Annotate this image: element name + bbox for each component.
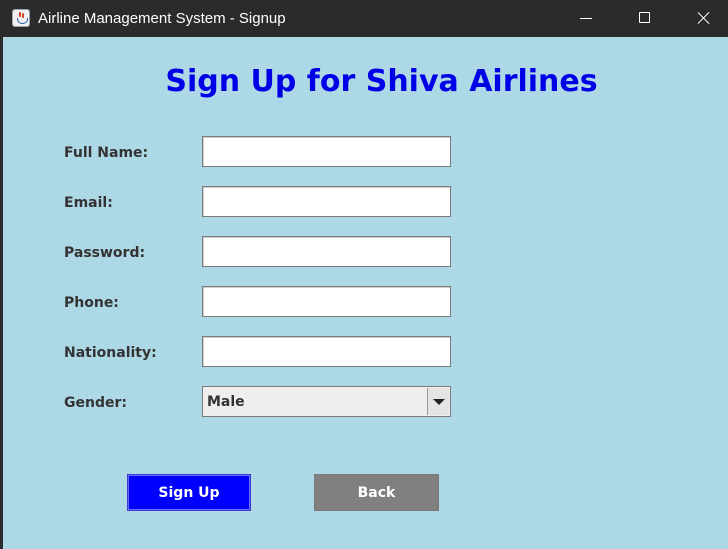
email-input[interactable] (202, 186, 451, 217)
nationality-input[interactable] (202, 336, 451, 367)
password-input[interactable] (202, 236, 451, 267)
page-title: Sign Up for Shiva Airlines (165, 64, 598, 99)
close-icon (697, 11, 711, 25)
minimize-icon (580, 18, 592, 19)
minimize-button[interactable] (557, 0, 615, 37)
window-title: Airline Management System - Signup (38, 10, 286, 27)
java-coffee-icon (12, 9, 30, 27)
gender-selected-value: Male (207, 394, 245, 410)
gender-select[interactable]: Male (202, 386, 451, 417)
full-name-input[interactable] (202, 136, 451, 167)
signup-button[interactable]: Sign Up (127, 474, 251, 511)
signup-panel: Sign Up for Shiva Airlines Full Name: Em… (3, 37, 728, 549)
maximize-button[interactable] (616, 0, 674, 37)
password-label: Password: (64, 245, 146, 261)
maximize-icon (639, 12, 650, 23)
phone-label: Phone: (64, 295, 119, 311)
nationality-label: Nationality: (64, 345, 157, 361)
email-label: Email: (64, 195, 113, 211)
close-button[interactable] (675, 0, 728, 37)
title-bar: Airline Management System - Signup (0, 0, 728, 37)
gender-label: Gender: (64, 395, 127, 411)
phone-input[interactable] (202, 286, 451, 317)
back-button[interactable]: Back (314, 474, 439, 511)
full-name-label: Full Name: (64, 145, 149, 161)
chevron-down-icon[interactable] (427, 388, 449, 415)
